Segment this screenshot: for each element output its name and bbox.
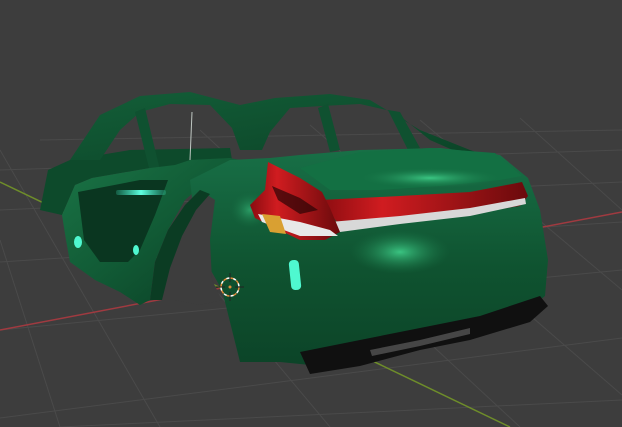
- car-body-shell[interactable]: [40, 92, 548, 374]
- car-interior-glow-left: [74, 236, 82, 248]
- 3d-viewport[interactable]: [0, 0, 622, 427]
- car-interior-glow-strip: [116, 190, 166, 195]
- car-interior-glow-mid: [133, 245, 139, 255]
- car-rear-window-frame: [388, 110, 420, 150]
- viewport-scene[interactable]: [0, 0, 622, 427]
- car-highlight-trunk: [360, 168, 500, 188]
- car-highlight-bumper: [350, 230, 450, 274]
- car-rear-pillar: [318, 104, 340, 152]
